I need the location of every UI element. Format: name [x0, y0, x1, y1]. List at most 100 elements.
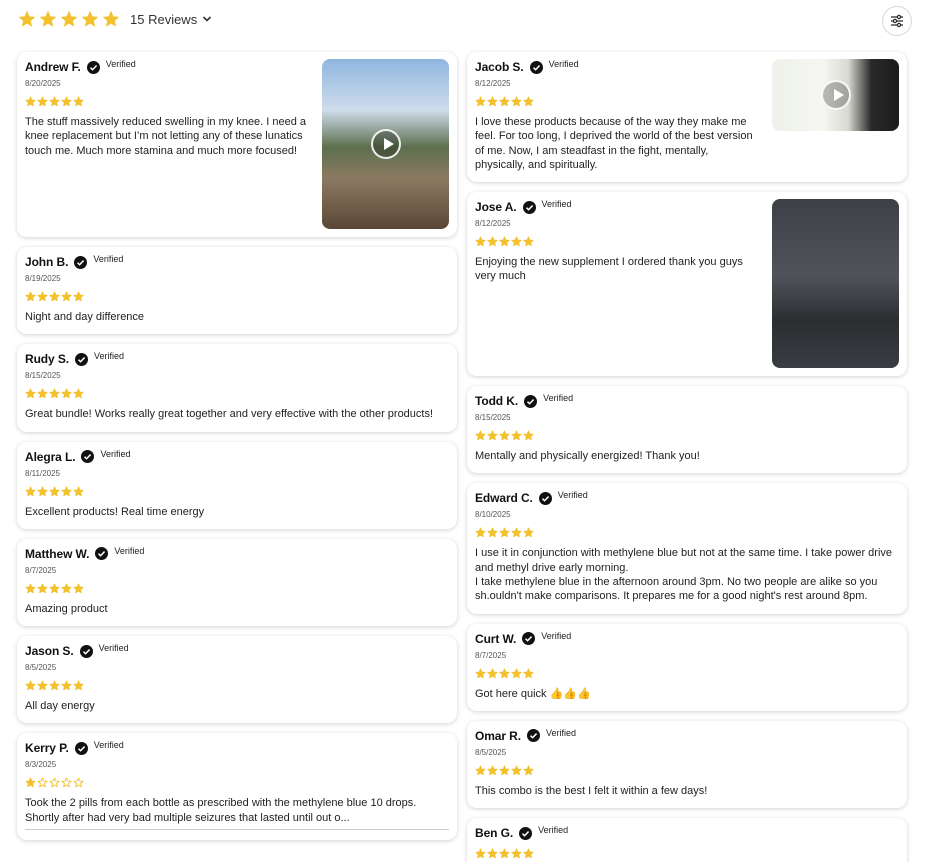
reviews-summary-dropdown[interactable]: 15 Reviews	[17, 9, 212, 29]
star-filled-icon	[25, 388, 36, 399]
reviewer-name: Andrew F.	[25, 60, 81, 74]
verified-badge: Verified	[538, 825, 569, 836]
reviewer-row: Curt W. Verified	[475, 631, 899, 646]
verified-check-icon	[86, 60, 100, 74]
star-filled-icon	[475, 527, 486, 538]
verified-check-icon	[74, 741, 88, 755]
star-filled-icon	[523, 848, 534, 859]
star-filled-icon	[37, 680, 48, 691]
average-rating-stars	[17, 9, 121, 29]
review-rating-stars	[475, 236, 759, 247]
star-empty-icon	[61, 777, 72, 788]
verified-badge: Verified	[545, 727, 577, 738]
verified-badge: Verified	[541, 199, 572, 210]
review-card: Rudy S. Verified 8/15/2025 Great bundle! Wo…	[17, 344, 457, 432]
reviewer-name: Edward C.	[475, 491, 533, 506]
verified-badge: Verified	[105, 59, 136, 69]
reviewer-name: Alegra L.	[25, 449, 76, 464]
star-filled-icon	[475, 96, 486, 107]
reviewer-row: Jason S. Verified	[25, 643, 449, 659]
review-text: All day energy	[25, 700, 95, 713]
star-filled-icon	[25, 486, 36, 496]
reviewer-row: Kerry P. Verified	[25, 740, 449, 756]
reviewer-name: Matthew W.	[25, 546, 90, 561]
star-filled-icon	[523, 668, 534, 678]
review-rating-stars	[25, 680, 449, 691]
star-filled-icon	[511, 765, 522, 776]
verified-check-icon	[74, 255, 88, 269]
review-video-thumbnail[interactable]	[322, 59, 449, 229]
verified-check-icon	[95, 547, 109, 561]
reviewer-row: Rudy S. Verified	[25, 351, 449, 367]
reviewer-name: Rudy S.	[25, 352, 69, 367]
review-date: 8/12/2025	[475, 219, 511, 229]
star-filled-icon	[25, 680, 36, 691]
review-card: Kerry P. Verified 8/3/2025 Took the 2 pills…	[17, 733, 457, 841]
review-date: 8/10/2025	[475, 510, 511, 520]
star-filled-icon	[475, 765, 486, 776]
reviewer-name: Jason S.	[25, 644, 74, 659]
review-rating-stars	[475, 668, 899, 679]
review-card: Omar R. Verified 8/5/2025 This combo is the…	[467, 720, 907, 809]
review-date: 8/19/2025	[25, 274, 61, 283]
review-text: Excellent products! Real time energy	[25, 505, 205, 518]
review-card: Jason S. Verified 8/5/2025 All day energy	[17, 636, 457, 724]
star-filled-icon	[475, 668, 486, 678]
star-filled-icon	[25, 96, 36, 107]
reviewer-row: Alegra L. Verified	[25, 449, 449, 464]
star-filled-icon	[487, 527, 498, 538]
reviewer-name: John B.	[25, 255, 69, 269]
review-photo-thumbnail[interactable]	[772, 199, 899, 369]
review-content: Todd K. Verified 8/15/2025 Mentally and phy…	[475, 393, 899, 463]
review-video-thumbnail[interactable]	[772, 59, 899, 131]
star-filled-icon	[61, 388, 72, 399]
review-text: I use it in conjunction with methylene b…	[475, 547, 893, 603]
verified-badge: Verified	[548, 59, 579, 69]
star-filled-icon	[523, 765, 534, 776]
reviewer-row: Omar R. Verified	[475, 727, 899, 743]
star-icon	[102, 10, 120, 27]
review-date: 8/20/2025	[25, 79, 61, 88]
review-card: Curt W. Verified 8/7/2025 Got here quick 👍👍…	[467, 623, 907, 711]
review-rating-stars	[475, 848, 899, 859]
star-filled-icon	[511, 236, 522, 247]
star-filled-icon	[511, 848, 522, 859]
review-card: Ben G. Verified	[467, 818, 907, 862]
filter-button[interactable]	[882, 6, 912, 36]
review-rating-stars	[25, 777, 449, 788]
star-filled-icon	[511, 96, 522, 107]
review-content: Alegra L. Verified 8/11/2025 Excellent prod…	[25, 449, 449, 519]
reviewer-name: Ben G.	[475, 826, 514, 841]
star-filled-icon	[61, 291, 72, 302]
review-content: Rudy S. Verified 8/15/2025 Great bundle! Wo…	[25, 351, 449, 421]
review-card: Matthew W. Verified 8/7/2025 Amazing produc…	[17, 538, 457, 627]
star-filled-icon	[49, 486, 60, 496]
star-filled-icon	[511, 430, 522, 441]
review-content: Omar R. Verified 8/5/2025 This combo is the…	[475, 727, 899, 798]
star-filled-icon	[49, 291, 60, 302]
reviews-count: 15 Reviews	[130, 11, 198, 27]
review-card: Jacob S. Verified 8/12/2025 I love these pr…	[467, 52, 907, 183]
verified-check-icon	[529, 60, 543, 74]
review-rating-stars	[475, 765, 899, 776]
reviewer-row: Matthew W. Verified	[25, 546, 449, 561]
star-filled-icon	[523, 527, 534, 538]
reviewer-name: Kerry P.	[25, 741, 69, 756]
verified-check-icon	[81, 450, 95, 464]
star-filled-icon	[523, 236, 534, 247]
review-content: Matthew W. Verified 8/7/2025 Amazing produc…	[25, 546, 449, 616]
star-filled-icon	[487, 430, 498, 441]
review-card: Todd K. Verified 8/15/2025 Mentally and phy…	[467, 386, 907, 474]
review-content: Kerry P. Verified 8/3/2025 Took the 2 pills…	[25, 740, 449, 831]
star-filled-icon	[475, 430, 486, 441]
review-rating-stars	[475, 96, 759, 107]
play-icon	[370, 129, 401, 159]
star-filled-icon	[37, 291, 48, 302]
review-text: Amazing product	[25, 602, 108, 615]
star-filled-icon	[511, 527, 522, 538]
star-empty-icon	[37, 777, 48, 788]
verified-check-icon	[524, 394, 538, 408]
verified-check-icon	[526, 729, 540, 743]
review-rating-stars	[25, 486, 449, 497]
verified-badge: Verified	[557, 490, 588, 501]
